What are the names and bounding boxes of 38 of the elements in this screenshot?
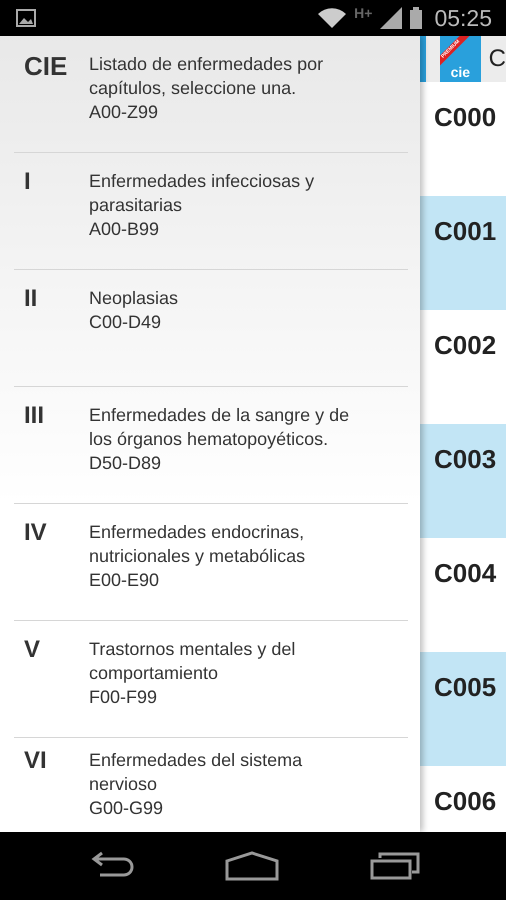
chapter-numeral: V — [23, 637, 42, 665]
code-label: C001 — [434, 216, 496, 246]
chapter-range: A00-B99 — [89, 218, 160, 241]
code-label: C002 — [434, 330, 496, 360]
chapter-numeral: IV — [23, 520, 48, 548]
code-row[interactable]: C003 — [420, 424, 506, 538]
chapter-title[interactable]: Trastornos mentales y del comportamiento — [89, 637, 357, 685]
chapter-title[interactable]: Enfermedades endocrinas, nutricionales y metabólicas — [89, 520, 357, 568]
chapter-range: F00-F99 — [89, 686, 158, 709]
chapter-range: E00-E90 — [89, 569, 160, 592]
chapter-title[interactable]: Neoplasias — [89, 286, 178, 310]
chapter-numeral: VI — [23, 748, 48, 776]
signal-icon — [380, 7, 402, 29]
chapter-numeral: I — [23, 169, 32, 197]
chapter-range: C00-D49 — [89, 311, 162, 334]
chapter-range: D50-D89 — [89, 452, 162, 475]
chapter-range: G00-G99 — [89, 797, 164, 820]
code-row[interactable]: C005 — [420, 652, 506, 766]
chapter-numeral: CIE — [23, 52, 68, 83]
code-row[interactable]: C001 — [420, 196, 506, 310]
chapter-title[interactable]: Enfermedades infecciosas y parasitarias — [89, 169, 357, 217]
chapter-numeral: III — [23, 403, 46, 431]
wifi-icon — [318, 8, 346, 28]
battery-icon — [410, 7, 422, 29]
chapter-title[interactable]: Listado de enfermedades por capítulos, seleccione una. — [89, 52, 357, 100]
code-label: C004 — [434, 558, 496, 588]
network-type: H+ — [354, 5, 372, 21]
code-label: C003 — [434, 444, 496, 474]
chapter-numeral: II — [23, 286, 38, 314]
code-label: C005 — [434, 672, 496, 702]
chapter-title[interactable]: Enfermedades del sistema nervioso — [89, 748, 357, 796]
code-label: C006 — [434, 786, 496, 816]
image-icon — [16, 9, 36, 27]
clock: 05:25 — [434, 4, 492, 32]
chapter-range: A00-Z99 — [89, 101, 160, 124]
chapter-title[interactable]: Enfermedades de la sangre y de los órganos hematopoyéticos. — [89, 403, 357, 451]
app-title: C — [488, 45, 506, 73]
code-label: C000 — [434, 102, 496, 132]
